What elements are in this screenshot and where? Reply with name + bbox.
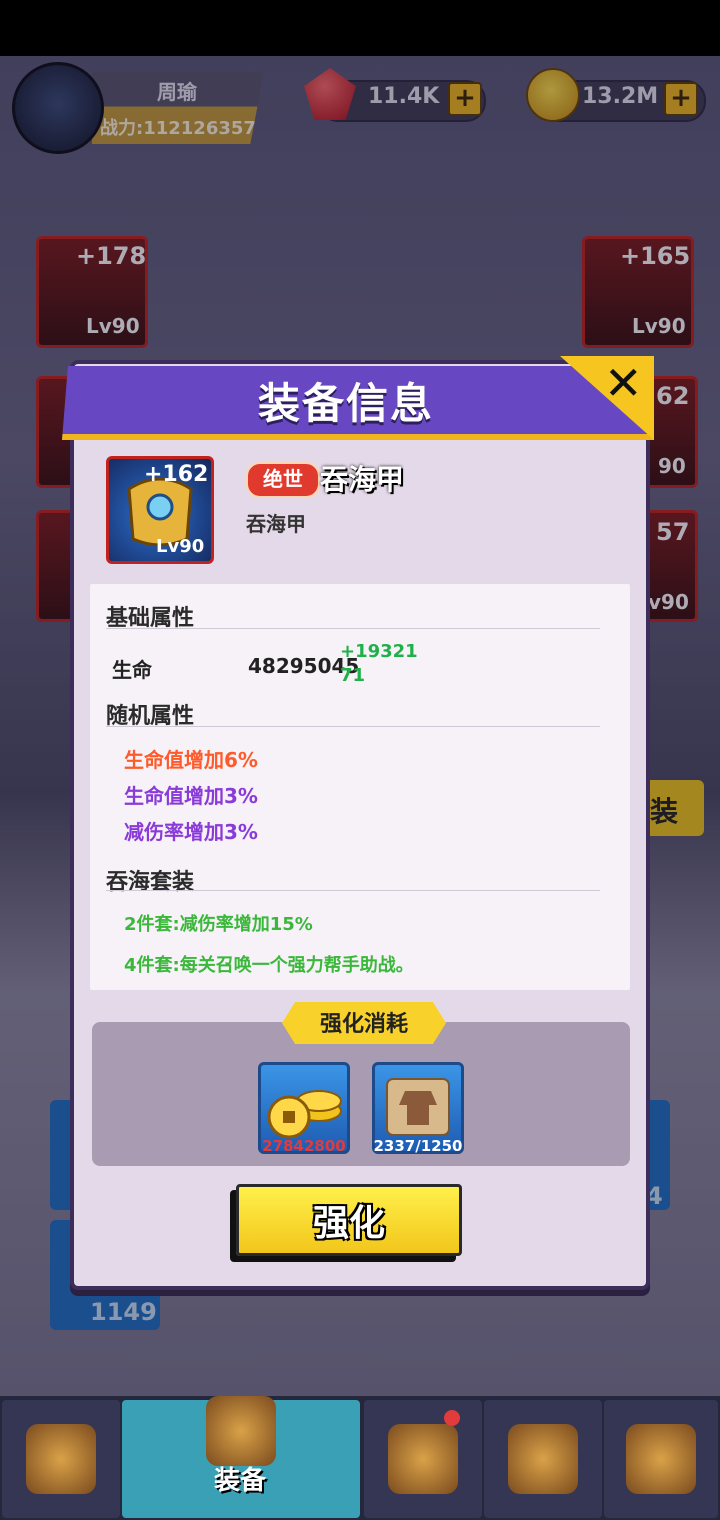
close-icon[interactable]: ✕: [604, 356, 643, 410]
upgrade-button-label[interactable]: 强化: [236, 1194, 462, 1246]
rarity-badge: 绝世: [246, 462, 320, 498]
set-bonus-title: 吞海套装: [106, 870, 195, 895]
random-attribute: 生命值增加3%: [124, 784, 258, 808]
cost-title: 强化消耗: [319, 1012, 408, 1037]
drum-icon: [388, 1424, 458, 1494]
random-attribute: 生命值增加6%: [124, 748, 258, 772]
divider: [106, 726, 600, 727]
status-bar: [0, 0, 720, 56]
hero-icon: [26, 1424, 96, 1494]
hp-label: 生命: [112, 658, 152, 682]
hp-bonus: +1932171: [340, 641, 418, 686]
nav-tab-equipment-label: 装备: [213, 1466, 266, 1496]
modal-title: 装备信息: [257, 379, 434, 428]
set-bonus-4: 4件套:每关召唤一个强力帮手助战。: [124, 955, 414, 976]
item-subtitle: 吞海甲: [246, 512, 306, 536]
set-bonus-2: 2件套:减伤率增加15%: [124, 914, 313, 935]
gold-cost-value: 27842800: [262, 1137, 346, 1155]
sword-icon: [206, 1396, 276, 1466]
scroll-icon: [508, 1424, 578, 1494]
treasure-icon: [626, 1424, 696, 1494]
item-enhance-level: +162: [144, 462, 209, 487]
random-attribute: 减伤率增加3%: [124, 820, 258, 844]
divider: [106, 628, 600, 629]
material-cost-value: 2337/1250: [373, 1137, 463, 1155]
item-level: Lv90: [156, 536, 205, 557]
notification-dot: [444, 1410, 460, 1426]
divider: [106, 890, 600, 891]
item-name: 吞海甲: [320, 463, 405, 496]
